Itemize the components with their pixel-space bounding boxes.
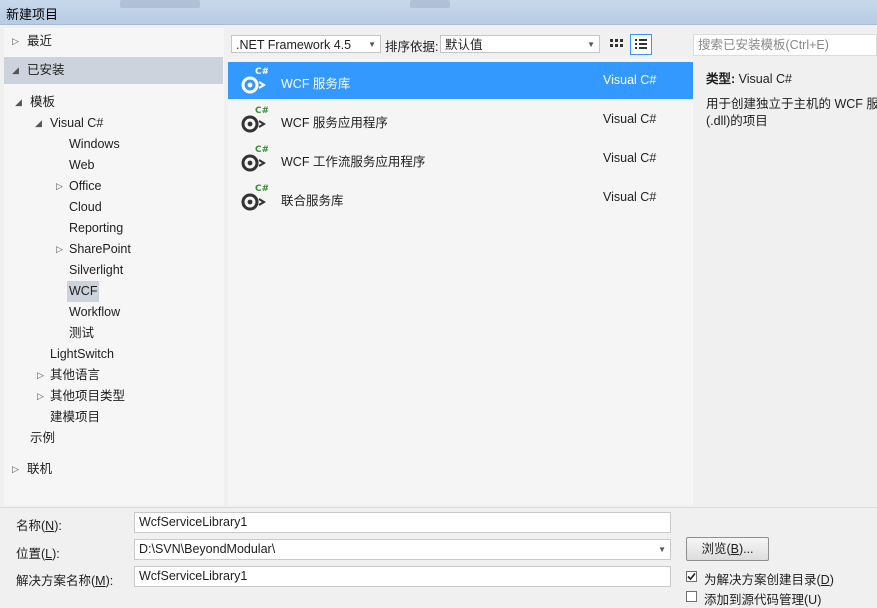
tree-item-label: 建模项目	[50, 410, 101, 424]
tree-item-recent[interactable]: ▷ 最近	[4, 31, 223, 52]
expand-arrow-icon[interactable]: ▷	[12, 459, 19, 480]
tree-item-label: Web	[69, 158, 95, 172]
template-language: Visual C#	[603, 151, 657, 165]
expand-arrow-icon[interactable]: ▷	[12, 31, 19, 52]
tree-item-label: 其他项目类型	[50, 389, 126, 403]
template-details: 类型: Visual C# 用于创建独立于主机的 WCF 服务 (.dll)的项…	[694, 59, 877, 505]
svg-text:C#: C#	[255, 67, 268, 77]
template-name: WCF 工作流服务应用程序	[281, 155, 426, 169]
details-type: 类型: Visual C#	[706, 68, 792, 87]
template-item-wcf-workflow-service-app[interactable]: C# WCF 工作流服务应用程序 Visual C#	[228, 140, 693, 177]
wcf-template-icon: C#	[241, 184, 268, 211]
details-type-value: Visual C#	[738, 72, 792, 86]
create-directory-checkbox[interactable]	[686, 571, 697, 582]
tree-item-label: Reporting	[69, 221, 124, 235]
window-title: 新建项目	[6, 7, 59, 22]
name-label: 名称(N):	[16, 519, 62, 533]
details-type-label: 类型:	[706, 72, 736, 86]
template-language: Visual C#	[603, 73, 657, 87]
template-language: Visual C#	[603, 190, 657, 204]
expand-arrow-icon[interactable]: ▷	[56, 176, 63, 197]
sort-select-value: 默认值	[445, 38, 483, 52]
create-directory-label: 为解决方案创建目录(D)	[704, 573, 834, 587]
tree-item-label: 已安装	[27, 63, 65, 77]
tree-item-label: SharePoint	[69, 242, 131, 256]
location-combobox[interactable]: D:\SVN\BeyondModular\ ▼	[134, 539, 671, 560]
wcf-template-icon: C#	[241, 67, 268, 94]
chevron-down-icon: ▼	[587, 40, 595, 49]
template-list: C# WCF 服务库 Visual C# C# WCF 服务应用程序 Visua…	[228, 59, 693, 505]
tree-item-label: Windows	[69, 137, 120, 151]
sort-label: 排序依据:	[385, 40, 439, 54]
location-value: D:\SVN\BeyondModular\	[139, 542, 276, 556]
list-view-button[interactable]	[630, 34, 652, 55]
template-item-wcf-service-library[interactable]: C# WCF 服务库 Visual C#	[228, 62, 693, 99]
template-item-syndication-service-library[interactable]: C# 联合服务库 Visual C#	[228, 179, 693, 216]
framework-select-value: .NET Framework 4.5	[236, 38, 352, 52]
title-bar: 新建项目	[0, 0, 877, 25]
location-label: 位置(L):	[16, 547, 60, 561]
svg-text:C#: C#	[255, 184, 268, 194]
ghost-toolbar-strip	[120, 0, 200, 8]
template-name: WCF 服务应用程序	[281, 116, 388, 130]
svg-text:C#: C#	[255, 106, 268, 116]
source-control-label: 添加到源代码管理(U)	[704, 593, 822, 607]
checkmark-icon	[687, 572, 696, 581]
grid-view-icon	[610, 39, 623, 47]
tree-item-installed-row[interactable]: ◢ 已安装	[4, 60, 223, 81]
tree-item-label: WCF	[67, 281, 100, 302]
framework-select[interactable]: .NET Framework 4.5 ▼	[231, 35, 381, 53]
svg-text:C#: C#	[255, 145, 268, 155]
tree-item-label: LightSwitch	[50, 347, 114, 361]
tree-item-label: Office	[69, 179, 102, 193]
collapse-arrow-icon[interactable]: ◢	[15, 92, 22, 113]
expand-arrow-icon[interactable]: ▷	[56, 239, 63, 260]
chevron-down-icon: ▼	[368, 40, 376, 49]
name-input[interactable]: WcfServiceLibrary1	[134, 512, 671, 533]
collapse-arrow-icon[interactable]: ◢	[12, 60, 19, 81]
collapse-arrow-icon[interactable]: ◢	[35, 113, 42, 134]
tree-item-label: Workflow	[69, 305, 121, 319]
wcf-template-icon: C#	[241, 106, 268, 133]
expand-arrow-icon[interactable]: ▷	[37, 386, 44, 407]
list-view-icon	[635, 39, 647, 49]
tree-item-label: Visual C#	[50, 116, 104, 130]
tree-item-label: 其他语言	[50, 368, 101, 382]
solution-name-label: 解决方案名称(M):	[16, 574, 114, 588]
expand-arrow-icon[interactable]: ▷	[37, 365, 44, 386]
tree-item-label: 测试	[69, 326, 95, 340]
tree-item-label: Cloud	[69, 200, 102, 214]
wcf-template-icon: C#	[241, 145, 268, 172]
medium-icons-view-button[interactable]	[605, 34, 627, 55]
sort-select[interactable]: 默认值 ▼	[440, 35, 600, 53]
template-language: Visual C#	[603, 112, 657, 126]
template-item-wcf-service-app[interactable]: C# WCF 服务应用程序 Visual C#	[228, 101, 693, 138]
details-description-line2: (.dll)的项目	[706, 114, 768, 128]
chevron-down-icon[interactable]: ▼	[658, 540, 666, 559]
tree-item-label: 示例	[30, 431, 56, 445]
template-name: 联合服务库	[281, 194, 344, 208]
template-name: WCF 服务库	[281, 77, 351, 91]
browse-button[interactable]: 浏览(B)...	[686, 537, 769, 561]
ghost-toolbar-strip	[410, 0, 450, 8]
search-input[interactable]: 搜索已安装模板(Ctrl+E)	[693, 34, 877, 56]
tree-item-label: 模板	[30, 95, 56, 109]
template-tree: ▷ 最近 ◢ 已安装 ◢ 模板 ◢ Visual C# Windows Web …	[4, 28, 224, 505]
solution-name-input[interactable]: WcfServiceLibrary1	[134, 566, 671, 587]
source-control-checkbox[interactable]	[686, 591, 697, 602]
tree-item-label: Silverlight	[69, 263, 124, 277]
tree-item-label: 最近	[27, 34, 53, 48]
tree-item-label: 联机	[27, 462, 53, 476]
